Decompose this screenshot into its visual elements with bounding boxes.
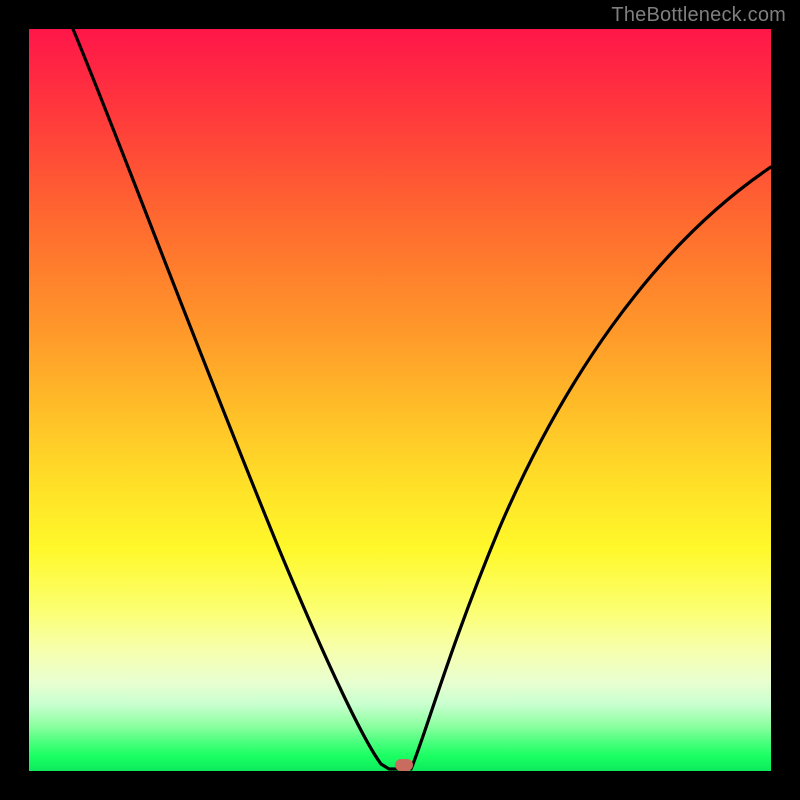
curve-left-branch	[73, 29, 407, 769]
plot-area	[29, 29, 771, 771]
watermark-text: TheBottleneck.com	[611, 4, 786, 27]
minimum-marker	[395, 759, 413, 771]
bottleneck-curve	[29, 29, 771, 771]
curve-right-branch	[411, 167, 771, 769]
chart-frame: TheBottleneck.com	[0, 0, 800, 800]
